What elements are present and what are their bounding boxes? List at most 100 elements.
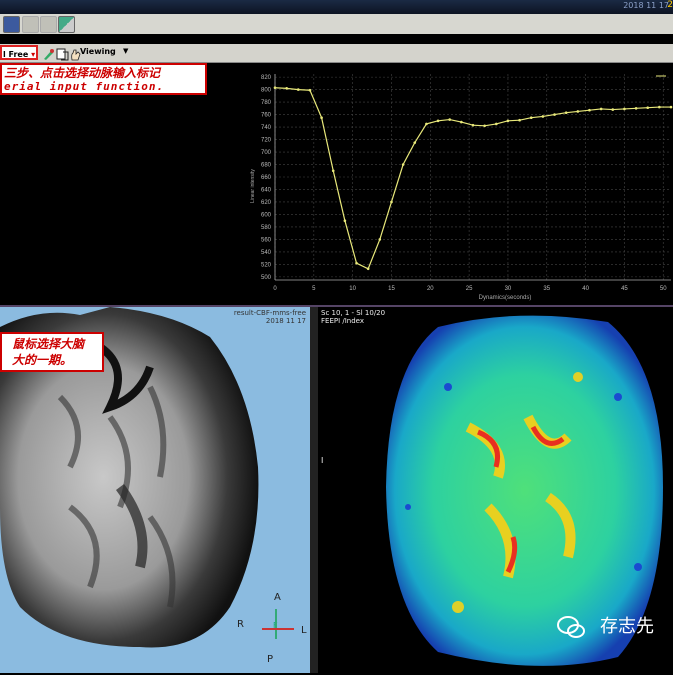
y-tick-label: 740 xyxy=(261,125,272,131)
y-tick-label: 820 xyxy=(261,75,272,81)
data-point xyxy=(483,124,486,128)
data-point xyxy=(378,238,382,241)
data-point xyxy=(576,110,580,113)
icon-bar xyxy=(0,14,673,35)
data-point xyxy=(343,219,347,222)
x-tick-label: 20 xyxy=(427,286,434,292)
note2-line-2: 大的一期。 xyxy=(12,353,73,367)
data-point xyxy=(273,86,277,90)
series-line xyxy=(274,87,671,270)
x-tick-label: 0 xyxy=(273,286,277,292)
chart-series xyxy=(273,86,673,271)
data-point xyxy=(669,105,673,109)
mode-select[interactable]: l Free ▾ xyxy=(0,45,38,60)
x-tick-label: 5 xyxy=(312,286,316,292)
separator-bar xyxy=(0,34,673,44)
wechat-icon xyxy=(557,616,585,638)
orient-a: A xyxy=(274,592,281,603)
orientation-axes-icon xyxy=(262,609,294,639)
data-point xyxy=(611,108,615,111)
data-point xyxy=(494,122,498,126)
data-point xyxy=(401,163,405,166)
y-tick-label: 620 xyxy=(261,200,272,206)
data-point xyxy=(634,107,638,110)
x-tick-label: 35 xyxy=(543,286,550,292)
data-point xyxy=(623,107,626,111)
data-point xyxy=(413,141,417,144)
layout-icon[interactable] xyxy=(58,16,75,33)
viewport-separator xyxy=(310,307,318,673)
note-line-2: erial input function. xyxy=(4,80,165,93)
y-tick-label: 500 xyxy=(261,275,272,281)
data-point xyxy=(366,267,370,271)
x-tick-label: 10 xyxy=(349,286,356,292)
disabled-tool-icon xyxy=(22,16,39,33)
data-point xyxy=(390,200,393,204)
data-point xyxy=(564,111,568,115)
data-point xyxy=(285,87,288,90)
viewing-toolbar: l Free ▾ Viewing ▼ xyxy=(0,44,673,63)
x-tick-label: 15 xyxy=(388,286,395,292)
pick-tool-icon[interactable] xyxy=(42,46,55,60)
y-tick-label: 680 xyxy=(261,163,272,169)
data-point xyxy=(436,119,440,123)
instruction-note: 三步、点击选择动脉输入标记 erial input function. xyxy=(0,63,207,95)
intensity-time-chart: 5005205405605806006206406606807007207407… xyxy=(250,74,673,301)
y-tick-label: 700 xyxy=(261,150,272,156)
data-point xyxy=(448,118,452,121)
data-point xyxy=(658,105,661,109)
y-tick-label: 760 xyxy=(261,113,272,119)
data-point xyxy=(355,261,358,265)
data-point xyxy=(460,120,463,124)
datetime-text: 2018 11 17 xyxy=(623,1,669,10)
chart-ticks: 5005205405605806006206406606807007207407… xyxy=(261,75,667,292)
y-axis-label: Linear intensity xyxy=(250,169,256,203)
data-point xyxy=(506,119,510,123)
note2-line-1: 鼠标选择大脑 xyxy=(12,337,85,351)
y-tick-label: 560 xyxy=(261,237,272,243)
data-point xyxy=(646,106,650,110)
data-point xyxy=(529,116,533,119)
y-tick-label: 780 xyxy=(261,100,272,106)
viewing-dropdown-icon[interactable]: ▼ xyxy=(123,47,128,55)
left-viewport[interactable]: 鼠标选择大脑 大的一期。 result-CBF-mms-free 2018 11 … xyxy=(0,307,310,673)
corner-char: 2 xyxy=(667,0,673,10)
orient-r: R xyxy=(237,619,244,630)
y-tick-label: 600 xyxy=(261,212,272,218)
watermark-text: 存志先 xyxy=(600,616,654,637)
grid-view-icon[interactable] xyxy=(3,16,20,33)
select-phase-note: 鼠标选择大脑 大的一期。 xyxy=(0,332,104,372)
y-tick-label: 720 xyxy=(261,138,272,144)
x-tick-label: 25 xyxy=(466,286,473,292)
data-point xyxy=(308,88,312,92)
y-tick-label: 580 xyxy=(261,225,272,231)
data-point xyxy=(296,88,300,91)
y-tick-label: 640 xyxy=(261,187,272,193)
x-tick-label: 50 xyxy=(660,286,667,292)
x-axis-label: Dynamics(seconds) xyxy=(479,295,532,301)
data-point xyxy=(588,108,591,112)
x-tick-label: 45 xyxy=(621,286,628,292)
y-tick-label: 540 xyxy=(261,250,272,256)
roi-tool-icon[interactable] xyxy=(56,46,69,61)
y-tick-label: 520 xyxy=(261,262,272,268)
data-point xyxy=(425,122,428,126)
y-tick-label: 800 xyxy=(261,88,272,94)
x-tick-label: 40 xyxy=(582,286,589,292)
data-point xyxy=(471,123,475,127)
data-point xyxy=(518,118,521,122)
data-point xyxy=(331,169,335,173)
note-line-1: 三步、点击选择动脉输入标记 xyxy=(4,66,161,80)
y-tick-label: 660 xyxy=(261,175,272,181)
viewing-menu[interactable]: Viewing xyxy=(80,47,116,56)
data-point xyxy=(320,116,323,119)
x-tick-label: 30 xyxy=(505,286,512,292)
title-bar: 2018 11 17 2 xyxy=(0,0,673,14)
data-point xyxy=(541,115,545,118)
disabled-tool-icon-2 xyxy=(40,16,57,33)
orient-l: L xyxy=(301,625,307,636)
watermark: 存志先 xyxy=(556,607,673,647)
data-point xyxy=(553,113,556,116)
data-point xyxy=(599,107,603,111)
orient-p: P xyxy=(267,654,274,665)
